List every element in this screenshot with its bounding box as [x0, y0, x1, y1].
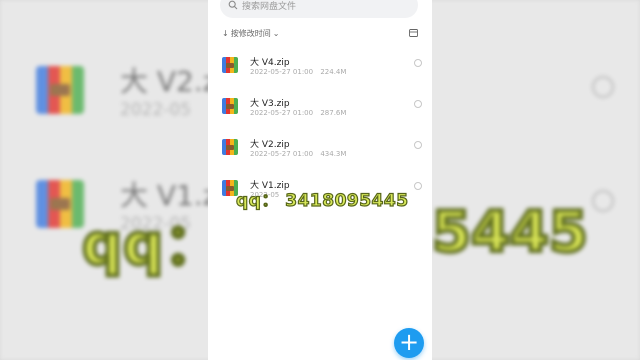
background-radio: [592, 76, 614, 98]
file-date: 2022-05-27 01:00: [250, 68, 314, 76]
file-row[interactable]: 大 V3.zip 2022-05-27 01:00 287.6M: [220, 96, 422, 132]
zip-file-icon: [36, 66, 84, 114]
qq-watermark: qq： 3418095445: [235, 190, 409, 211]
zip-file-icon: [222, 139, 238, 155]
file-meta: 2022-05-27 01:00 287.6M: [250, 109, 346, 117]
search-icon: [228, 0, 238, 10]
select-radio[interactable]: [414, 182, 422, 190]
select-radio[interactable]: [414, 59, 422, 67]
background-watermark-right: 5445: [430, 198, 590, 267]
file-name: 大 V3.zip: [250, 99, 290, 109]
zip-file-icon: [222, 57, 238, 73]
file-meta: 2022-05-27 01:00 224.4M: [250, 68, 346, 76]
search-bar[interactable]: 搜索网盘文件: [220, 0, 418, 18]
file-date: 2022-05-27 01:00: [250, 109, 314, 117]
select-radio[interactable]: [414, 100, 422, 108]
zip-file-icon: [36, 180, 84, 228]
phone-screen: 搜索网盘文件 ↓ 按修改时间 ⌄ 大 V4.zip 2022-05-27 01:…: [208, 0, 432, 360]
background-radio: [592, 190, 614, 212]
file-size: 434.3M: [320, 150, 347, 158]
select-radio[interactable]: [414, 141, 422, 149]
view-toggle-icon[interactable]: [409, 29, 418, 37]
file-row[interactable]: 大 V4.zip 2022-05-27 01:00 224.4M: [220, 55, 422, 91]
file-row[interactable]: 大 V2.zip 2022-05-27 01:00 434.3M: [220, 137, 422, 173]
background-file-date: 2022-05: [120, 100, 192, 120]
file-size: 224.4M: [320, 68, 347, 76]
background-watermark-left: qq：: [80, 211, 222, 280]
sort-arrow-icon: ↓: [222, 29, 229, 38]
sort-label: 按修改时间: [230, 29, 271, 38]
sort-dropdown[interactable]: ↓ 按修改时间 ⌄: [222, 28, 279, 39]
file-date: 2022-05-27 01:00: [250, 150, 314, 158]
chevron-down-icon: ⌄: [272, 29, 280, 38]
file-size: 287.6M: [320, 109, 347, 117]
search-input[interactable]: 搜索网盘文件: [242, 0, 296, 12]
file-name: 大 V2.zip: [250, 140, 290, 150]
zip-file-icon: [222, 98, 238, 114]
file-name: 大 V4.zip: [250, 58, 290, 68]
add-button[interactable]: +: [394, 328, 424, 358]
file-meta: 2022-05-27 01:00 434.3M: [250, 150, 346, 158]
